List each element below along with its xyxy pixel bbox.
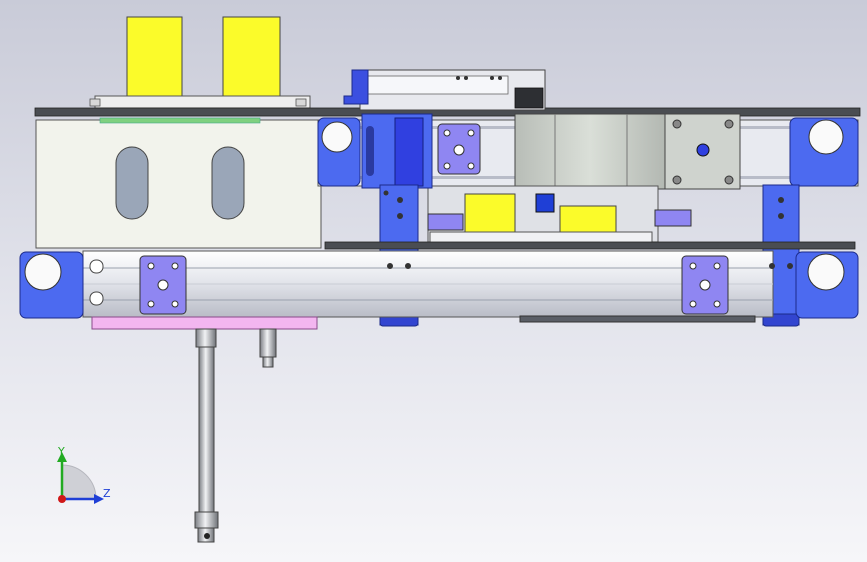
slot-right	[211, 146, 245, 220]
yellow-cylinder-right[interactable]	[222, 16, 281, 98]
pulley-icon	[321, 121, 353, 153]
upper-left-end-bracket[interactable]	[317, 117, 361, 187]
guide-pin[interactable]	[259, 328, 277, 368]
top-cylinders	[89, 16, 311, 109]
pulley-icon	[808, 119, 844, 155]
coordinate-triad: Y Z	[57, 445, 111, 504]
yellow-cylinder-left[interactable]	[126, 16, 183, 98]
left-housing[interactable]	[35, 117, 322, 249]
cylinder-mount-base	[94, 95, 311, 109]
cad-viewport[interactable]: Y Z	[0, 0, 867, 562]
motor-shaft-icon	[696, 143, 710, 157]
slot-left	[115, 146, 149, 220]
lower-purple-plate-right[interactable]	[681, 255, 729, 315]
upper-right-end-bracket[interactable]	[789, 117, 859, 187]
under-carriage	[427, 185, 692, 245]
lower-purple-plate-left[interactable]	[139, 255, 187, 315]
pulley-icon	[24, 253, 62, 291]
axis-label-z: Z	[103, 487, 111, 500]
view-orientation-icon	[61, 464, 97, 500]
vertical-rod[interactable]	[194, 328, 219, 543]
upper-carriage[interactable]	[343, 69, 546, 111]
pink-base-plate[interactable]	[91, 316, 318, 330]
upper-purple-plate[interactable]	[437, 123, 481, 175]
lower-left-end-bracket[interactable]	[19, 251, 84, 319]
axis-label-y: Y	[57, 445, 65, 458]
lower-right-end-bracket[interactable]	[795, 251, 859, 319]
assembly-drawing: Y Z	[19, 16, 861, 543]
pulley-icon	[807, 253, 845, 291]
